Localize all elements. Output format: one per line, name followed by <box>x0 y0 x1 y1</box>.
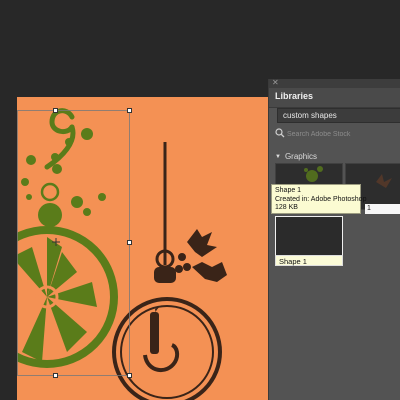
tooltip-created: Created in: Adobe Photoshop <box>275 195 367 203</box>
graphic-tile-3-label: Shape 1 <box>275 255 343 266</box>
canvas-area[interactable] <box>0 0 268 400</box>
section-label: Graphics <box>284 152 317 161</box>
tooltip: Shape 1 Created in: Adobe Photoshop 128 … <box>271 184 367 214</box>
graphic-tile-2-label: 1 <box>365 204 400 214</box>
search-input[interactable] <box>287 127 397 141</box>
panel-title-bar[interactable]: ✕ <box>269 78 400 88</box>
reference-point-icon[interactable] <box>52 238 60 246</box>
transform-handle-top-right[interactable] <box>127 108 132 113</box>
search-icon <box>275 128 285 138</box>
search-row <box>275 127 400 141</box>
tooltip-size: 128 KB <box>275 204 298 211</box>
libraries-panel: ✕ Libraries custom shapes ▼Graphics 1 Sh… <box>268 78 400 400</box>
artboard[interactable] <box>17 97 268 400</box>
library-select-value: custom shapes <box>283 111 337 120</box>
transform-handle-bottom-right[interactable] <box>127 373 132 378</box>
ornament-artwork <box>17 108 227 400</box>
transform-handle-top-middle[interactable] <box>53 108 58 113</box>
transform-handle-bottom-middle[interactable] <box>53 373 58 378</box>
library-select[interactable]: custom shapes <box>277 108 400 123</box>
transform-handle-middle-right[interactable] <box>127 240 132 245</box>
panel-title: Libraries <box>275 91 314 101</box>
graphic-tile-3[interactable] <box>275 216 343 259</box>
green-dots <box>21 128 106 216</box>
panel-header[interactable]: Libraries <box>269 88 400 108</box>
chevron-down-icon[interactable]: ▼ <box>275 154 281 160</box>
tooltip-name: Shape 1 <box>275 187 302 194</box>
holly-leaves <box>175 229 227 282</box>
graphics-section-header[interactable]: ▼ Graphics <box>275 152 317 161</box>
